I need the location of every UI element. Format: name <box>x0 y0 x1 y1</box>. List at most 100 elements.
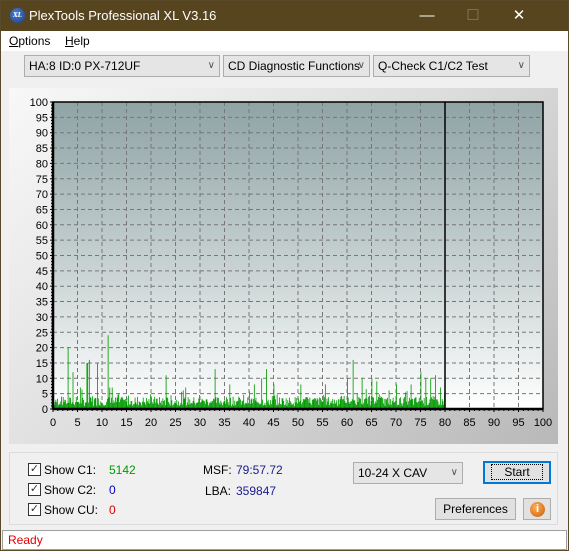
c1-bar <box>404 397 405 409</box>
c1-bar <box>226 399 228 409</box>
c1-bar <box>360 398 361 409</box>
c1-bar <box>371 378 373 409</box>
menu-options[interactable]: Options <box>9 34 50 48</box>
c1-bar <box>247 397 249 409</box>
c1-bar <box>298 398 299 409</box>
c1-bar <box>354 400 356 409</box>
c1-bar <box>370 400 372 409</box>
c1-bar <box>121 396 123 409</box>
c1-bar <box>410 384 412 409</box>
c1-bar <box>342 399 344 409</box>
start-button[interactable]: Start <box>483 461 551 484</box>
c1-bar <box>156 398 158 409</box>
menu-options-label: ptions <box>18 34 51 48</box>
test-select-value: Q-Check C1/C2 Test <box>378 59 488 73</box>
c1-bar <box>108 397 110 409</box>
c1-bar <box>418 397 420 409</box>
c1-bar <box>65 400 67 409</box>
c1-bar <box>305 397 307 409</box>
c1-bar <box>306 397 308 409</box>
c1-bar <box>72 372 74 409</box>
c1-bar <box>93 399 95 409</box>
c1-bar <box>254 400 256 409</box>
chevron-down-icon: ∨ <box>207 60 215 71</box>
y-tick-label: 5 <box>42 389 48 401</box>
c1-bar <box>369 395 370 409</box>
y-tick-label: 25 <box>36 327 48 339</box>
c1-bar <box>351 399 353 409</box>
c1-bar <box>326 398 328 409</box>
c1-count: 5142 <box>109 463 136 477</box>
title-bar[interactable]: XL PlexTools Professional XL V3.16 — ☐ ✕ <box>1 1 568 31</box>
c1-bar <box>107 335 109 409</box>
x-tick-label: 15 <box>120 417 132 429</box>
show-c1-checkbox[interactable]: ✓ <box>28 463 41 476</box>
c1-bar <box>359 398 361 409</box>
function-select-value: CD Diagnostic Functions <box>228 59 361 73</box>
c1-bar <box>217 397 219 409</box>
close-button[interactable]: ✕ <box>496 1 542 31</box>
show-cu-checkbox[interactable]: ✓ <box>28 503 41 516</box>
c1-bar <box>343 396 345 409</box>
c1-bar <box>373 397 374 409</box>
c1-bar <box>300 384 302 409</box>
c1-bar <box>436 399 437 409</box>
function-select[interactable]: CD Diagnostic Functions ∨ <box>223 55 370 77</box>
c1-bar <box>388 390 390 409</box>
c1-bar <box>425 378 427 409</box>
c1-bar <box>409 400 411 409</box>
c1-bar <box>198 398 200 409</box>
c1-bar <box>320 400 322 409</box>
c1-bar <box>240 399 241 409</box>
c1-bar <box>440 387 441 409</box>
c1-bar <box>382 398 383 409</box>
c1-bar <box>422 400 423 409</box>
c1-bar <box>230 397 232 409</box>
speed-select[interactable]: 10-24 X CAV ∨ <box>353 462 463 484</box>
c1-bar <box>83 400 85 409</box>
c1-bar <box>378 396 379 409</box>
x-tick-label: 65 <box>365 417 377 429</box>
x-tick-label: 20 <box>145 417 157 429</box>
c1-bar <box>414 397 416 409</box>
c1-bar <box>117 395 119 409</box>
c1-bar <box>239 397 241 409</box>
c1-bar <box>340 396 342 409</box>
y-tick-label: 90 <box>36 128 48 140</box>
y-tick-label: 30 <box>36 312 48 324</box>
c1-bar <box>320 398 321 409</box>
c1-bar <box>232 396 234 409</box>
x-tick-label: 60 <box>341 417 353 429</box>
c1-bar <box>379 398 381 409</box>
maximize-button[interactable]: ☐ <box>450 1 496 31</box>
test-select[interactable]: Q-Check C1/C2 Test ∨ <box>373 55 530 77</box>
c1-bar <box>396 384 397 409</box>
c1-bar <box>124 399 126 409</box>
c1-bar <box>336 400 338 409</box>
c1-bar <box>106 398 108 409</box>
c1-bar <box>324 384 326 409</box>
preferences-button[interactable]: Preferences <box>435 498 516 520</box>
c1-bar <box>267 399 269 409</box>
show-c2-checkbox[interactable]: ✓ <box>28 483 41 496</box>
c1-bar <box>238 396 240 409</box>
c1-bar <box>189 399 191 409</box>
toolbar: HA:8 ID:0 PX-712UF ∨ CD Diagnostic Funct… <box>1 51 568 81</box>
c1-bar <box>159 397 160 409</box>
c1-bar <box>387 397 388 409</box>
c1-bar <box>356 393 358 409</box>
c1-bar <box>289 397 290 409</box>
c1-bar <box>296 397 298 409</box>
c1-bar <box>89 396 91 409</box>
info-button[interactable]: i <box>523 498 551 520</box>
menu-help[interactable]: Help <box>65 34 90 48</box>
c1-bar <box>411 399 413 409</box>
c1-bar <box>339 399 341 409</box>
c1-bar <box>94 397 96 409</box>
c1c2-chart: 0510152025303540455055606570758085909510… <box>30 97 553 429</box>
minimize-button[interactable]: — <box>404 1 450 31</box>
drive-select[interactable]: HA:8 ID:0 PX-712UF ∨ <box>24 55 220 77</box>
c1-bar <box>432 395 434 409</box>
c1-bar <box>271 396 273 409</box>
y-tick-label: 45 <box>36 266 48 278</box>
